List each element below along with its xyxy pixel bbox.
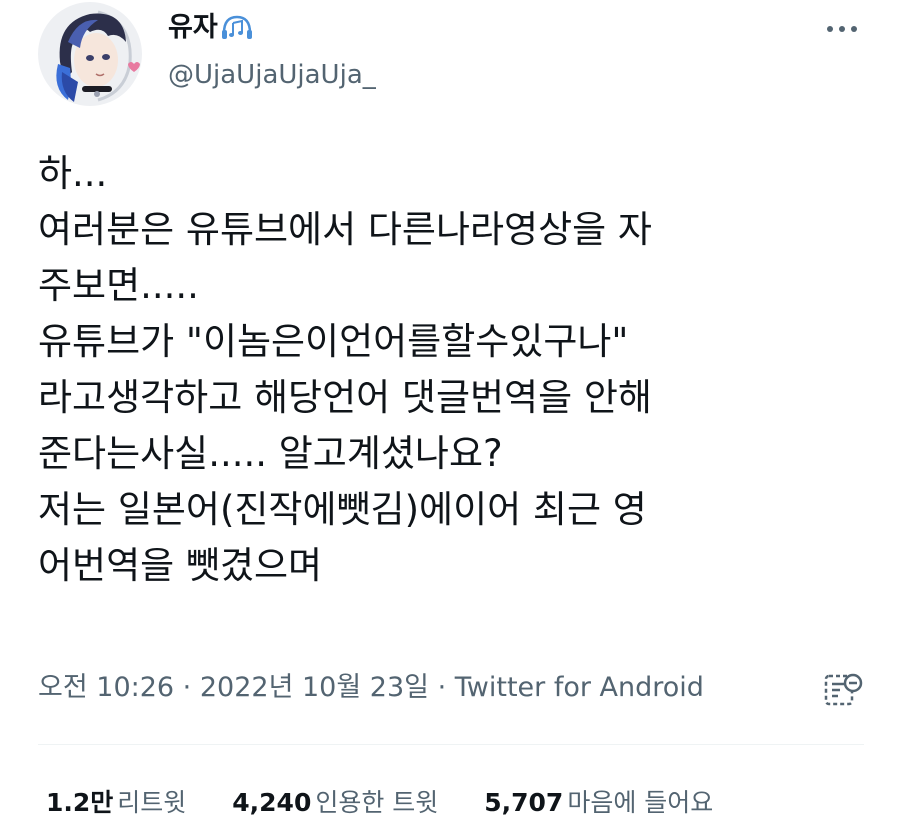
tweet-date[interactable]: 2022년 10월 23일 (200, 672, 429, 703)
divider (38, 744, 864, 745)
user-handle[interactable]: @UjaUjaUjaUja_ (168, 58, 376, 92)
tweet-meta: 오전 10:26 · 2022년 10월 23일 · Twitter for A… (38, 668, 704, 708)
like-count-value: 5,707 (484, 788, 564, 817)
quote-count-value: 4,240 (232, 788, 312, 817)
tweet-stats: 1.2만 리트윗 4,240 인용한 트윗 5,707 마음에 들어요 (46, 783, 751, 823)
avatar[interactable] (38, 2, 142, 106)
meta-separator: · (182, 672, 192, 703)
tweet-source[interactable]: Twitter for Android (455, 672, 704, 703)
tweet-time[interactable]: 오전 10:26 (38, 672, 174, 703)
retweet-count-label: 리트윗 (117, 788, 187, 817)
tweet-line: 어번역을 뺏겼으며 (38, 544, 323, 587)
more-horizontal-icon[interactable] (822, 14, 862, 44)
quote-count-label: 인용한 트윗 (315, 788, 439, 817)
meta-separator: · (437, 672, 447, 703)
tweet-line: 준다는사실..... 알고계셨나요? (38, 432, 503, 475)
like-count-label: 마음에 들어요 (567, 788, 714, 817)
like-count[interactable]: 5,707 마음에 들어요 (484, 783, 713, 823)
view-analytics-icon[interactable] (822, 670, 864, 708)
tweet-line: 주보면..... (38, 264, 199, 307)
avatar-image (38, 2, 142, 106)
tweet-line: 라고생각하고 해당언어 댓글번역을 안해 (38, 376, 652, 419)
retweet-count[interactable]: 1.2만 리트윗 (46, 783, 186, 823)
display-name[interactable]: 유자 (168, 10, 254, 51)
tweet-card: 유자 @UjaUjaUjaUja_ 하... 여러분은 유튜브에서 다른나라영상… (0, 0, 900, 839)
retweet-count-value: 1.2만 (46, 788, 114, 817)
tweet-line: 유튜브가 "이놈은이언어를할수있구나" (38, 320, 629, 363)
quote-count[interactable]: 4,240 인용한 트윗 (232, 783, 438, 823)
tweet-text: 하... 여러분은 유튜브에서 다른나라영상을 자 주보면..... 유튜브가 … (38, 146, 878, 594)
music-note-icon (220, 13, 254, 51)
tweet-line: 여러분은 유튜브에서 다른나라영상을 자 (38, 208, 652, 251)
tweet-line: 하... (38, 152, 108, 195)
tweet-line: 저는 일본어(진작에뺏김)에이어 최근 영 (38, 488, 647, 531)
display-name-text: 유자 (168, 12, 218, 43)
